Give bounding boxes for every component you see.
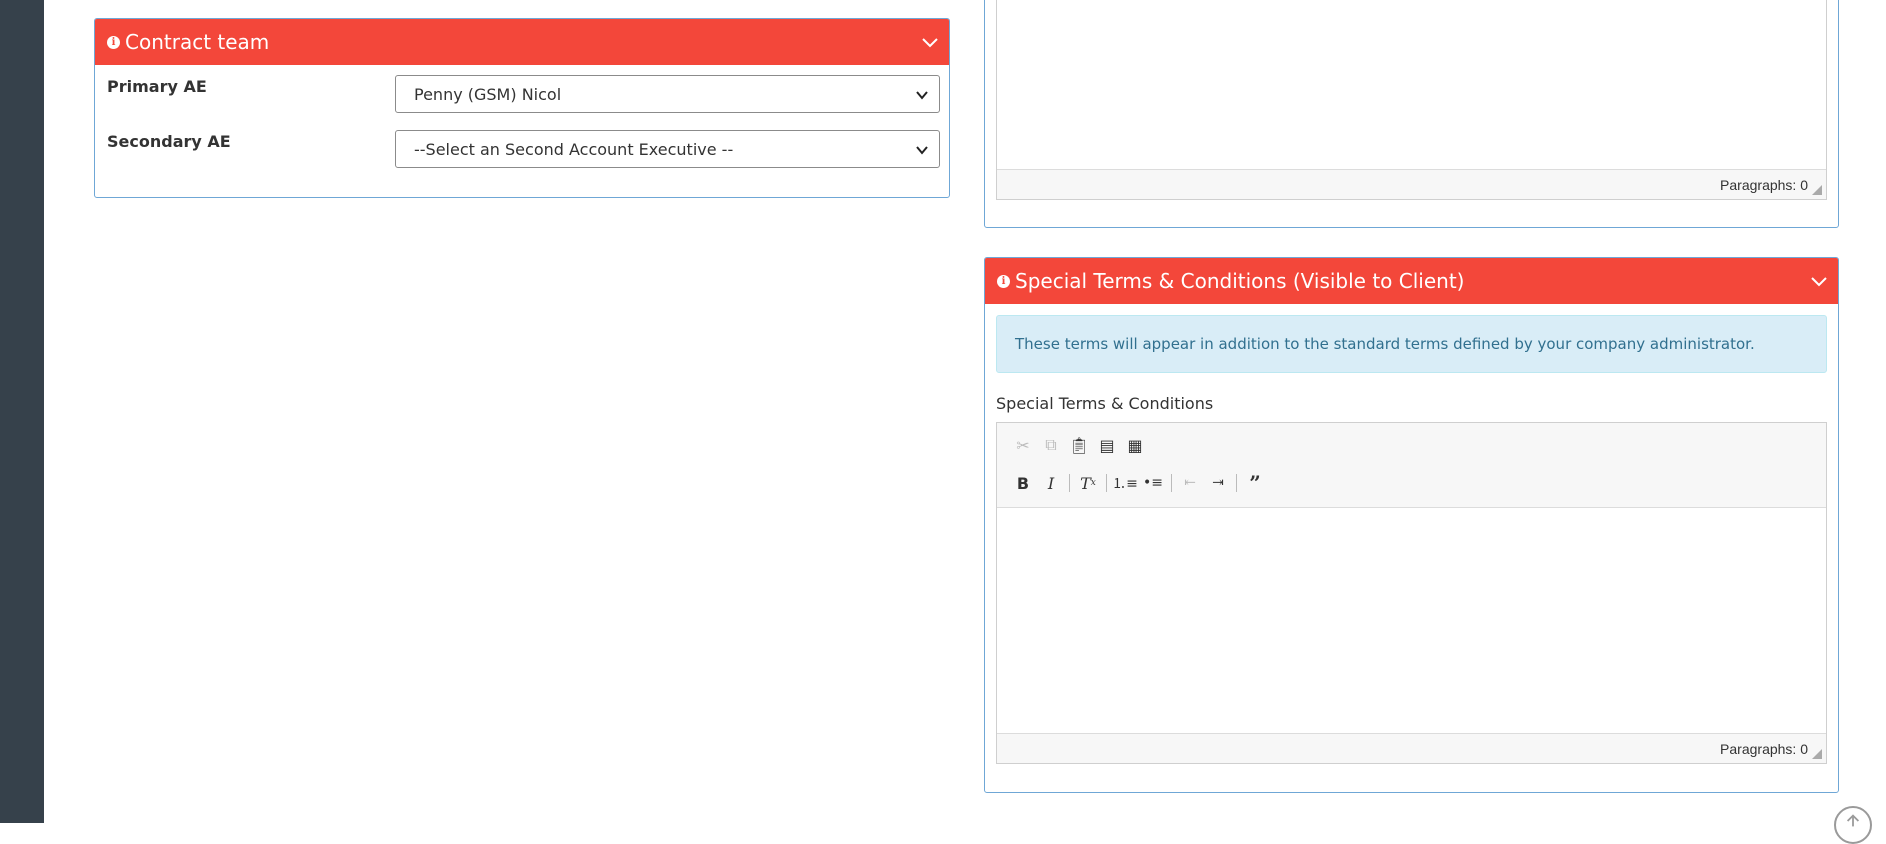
outdent-icon[interactable]: ⇤ (1176, 470, 1204, 496)
special-terms-editor[interactable]: ✂ ⧉ 📋︎ ▤ ▦ B I Tx ⒈≡ •≡ ⇤ ⇥ ” Paragraphs… (996, 422, 1827, 764)
toolbar-separator (1106, 474, 1107, 492)
paste-text-icon[interactable]: ▤ (1093, 432, 1121, 458)
primary-ae-value: Penny (GSM) Nicol (414, 84, 562, 104)
toolbar-separator (1171, 474, 1172, 492)
top-editor-paragraph-count: Paragraphs: 0 (1720, 177, 1808, 193)
editor-toolbar: ✂ ⧉ 📋︎ ▤ ▦ B I Tx ⒈≡ •≡ ⇤ ⇥ ” (997, 423, 1826, 508)
special-terms-paragraph-count: Paragraphs: 0 (1720, 741, 1808, 757)
secondary-ae-select[interactable]: --Select an Second Account Executive -- (395, 130, 940, 168)
chevron-down-icon[interactable] (921, 33, 939, 51)
special-terms-notice: These terms will appear in addition to t… (996, 315, 1827, 373)
paste-icon[interactable]: 📋︎ (1065, 432, 1093, 458)
arrow-up-icon (1846, 814, 1860, 827)
special-terms-panel: i Special Terms & Conditions (Visible to… (984, 257, 1839, 793)
secondary-ae-value: --Select an Second Account Executive -- (414, 139, 734, 159)
bold-icon[interactable]: B (1009, 470, 1037, 496)
scroll-to-top-button[interactable] (1834, 806, 1872, 844)
left-sidebar (0, 0, 44, 823)
resize-grip-icon[interactable] (1812, 749, 1822, 759)
special-terms-notice-text: These terms will appear in addition to t… (1015, 335, 1755, 353)
cut-icon[interactable]: ✂ (1009, 432, 1037, 458)
paste-word-icon[interactable]: ▦ (1121, 432, 1149, 458)
secondary-ae-label: Secondary AE (107, 132, 231, 151)
chevron-down-icon (916, 146, 928, 155)
bulleted-list-icon[interactable]: •≡ (1139, 470, 1167, 496)
top-editor-statusbar: Paragraphs: 0 (997, 169, 1826, 199)
chevron-down-icon[interactable] (1810, 272, 1828, 290)
numbered-list-icon[interactable]: ⒈≡ (1111, 470, 1139, 496)
contract-team-panel: i Contract team Primary AE Penny (GSM) N… (94, 18, 950, 198)
blockquote-icon[interactable]: ” (1241, 470, 1269, 496)
toolbar-row-clipboard: ✂ ⧉ 📋︎ ▤ ▦ (1009, 432, 1149, 458)
italic-icon[interactable]: I (1037, 470, 1065, 496)
contract-team-header[interactable]: i Contract team (95, 19, 949, 65)
resize-grip-icon[interactable] (1812, 185, 1822, 195)
primary-ae-select[interactable]: Penny (GSM) Nicol (395, 75, 940, 113)
special-terms-editor-content[interactable] (997, 509, 1826, 733)
primary-ae-label: Primary AE (107, 77, 207, 96)
special-terms-editor-statusbar: Paragraphs: 0 (997, 733, 1826, 763)
info-icon: i (107, 35, 120, 49)
remove-format-icon[interactable]: Tx (1074, 470, 1102, 496)
special-terms-header[interactable]: i Special Terms & Conditions (Visible to… (985, 258, 1838, 304)
toolbar-separator (1069, 474, 1070, 492)
toolbar-separator (1236, 474, 1237, 492)
toolbar-row-format: B I Tx ⒈≡ •≡ ⇤ ⇥ ” (1009, 470, 1269, 496)
top-editor-panel: Paragraphs: 0 (984, 0, 1839, 228)
special-terms-field-label: Special Terms & Conditions (996, 394, 1214, 413)
info-icon: i (997, 274, 1010, 288)
copy-icon[interactable]: ⧉ (1037, 432, 1065, 458)
special-terms-title: Special Terms & Conditions (Visible to C… (1015, 269, 1465, 293)
top-rich-text-editor[interactable]: Paragraphs: 0 (996, 0, 1827, 200)
chevron-down-icon (916, 91, 928, 100)
indent-icon[interactable]: ⇥ (1204, 470, 1232, 496)
contract-team-title: Contract team (125, 30, 270, 54)
